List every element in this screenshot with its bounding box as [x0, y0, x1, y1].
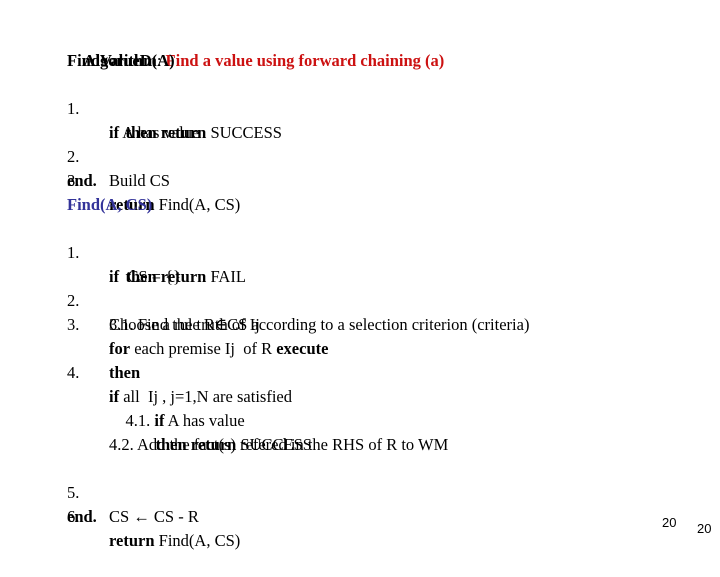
proc1-step-1-then: then return SUCCESS	[109, 97, 283, 142]
page-number: 20	[697, 521, 712, 536]
step-number: 1.	[67, 99, 80, 118]
step-text: Find(A, CS)	[154, 195, 241, 214]
step-text: Build CS	[109, 171, 170, 190]
keyword: then return	[125, 123, 207, 142]
step-text: Find(A, CS)	[154, 531, 241, 550]
proc2-step-4-2: 4.2. Add the fact(s) refered in the RHS …	[109, 435, 449, 454]
step-text: CS ← CS - R	[109, 507, 199, 526]
proc2-step-5: 5. CS ← CS - R	[67, 457, 199, 526]
step-number: 4.	[67, 363, 80, 382]
proc2-step-2: 2. Choose a rule R∈CS according to a sel…	[67, 265, 529, 334]
proc2-end: end.	[67, 507, 97, 526]
proc1-step-3: 3. return Find(A, CS)	[67, 145, 240, 214]
proc2-step-4-then: then	[109, 363, 141, 382]
proc1-step-2: 2. Build CS	[67, 121, 170, 190]
proc2-step-6: 6. return Find(A, CS)	[67, 481, 240, 550]
proc1-end: end.	[67, 171, 97, 190]
proc2-step-3: 3. for each premise Ij of R execute	[67, 289, 328, 358]
step-text: each premise Ij of R	[130, 339, 277, 358]
proc1-signature: FindValueD(A)	[67, 51, 175, 70]
proc2-step-1-then: then return FAIL	[109, 241, 246, 286]
step-text: FAIL	[206, 267, 246, 286]
proc2-step-1: 1. if CS = {}	[67, 217, 181, 286]
proc2-signature: Find(A, CS)	[67, 195, 153, 214]
page-number: 20	[662, 515, 677, 530]
proc2-step-4-1: 4.1. if A has value	[109, 385, 245, 430]
keyword: return	[109, 531, 155, 550]
keyword: for	[109, 339, 131, 358]
proc1-step-1: 1. if A has value	[67, 73, 199, 142]
algorithm-heading: Algorithm: Find a value using forward ch…	[67, 25, 445, 70]
proc2-step-3-1: 3.1. Find the truth of Ij	[109, 315, 260, 334]
proc2-step-4: 4. if all Ij , j=1,N are satisfied	[67, 337, 292, 406]
keyword: then return	[125, 267, 207, 286]
step-number: 1.	[67, 243, 80, 262]
keyword: execute	[276, 339, 329, 358]
step-number: 3.	[67, 315, 80, 334]
step-text: SUCCESS	[206, 123, 282, 142]
proc2-step-4-1-then: then return SUCCESS	[139, 409, 313, 454]
algorithm-title: Find a value using forward chaining (a)	[165, 51, 445, 70]
